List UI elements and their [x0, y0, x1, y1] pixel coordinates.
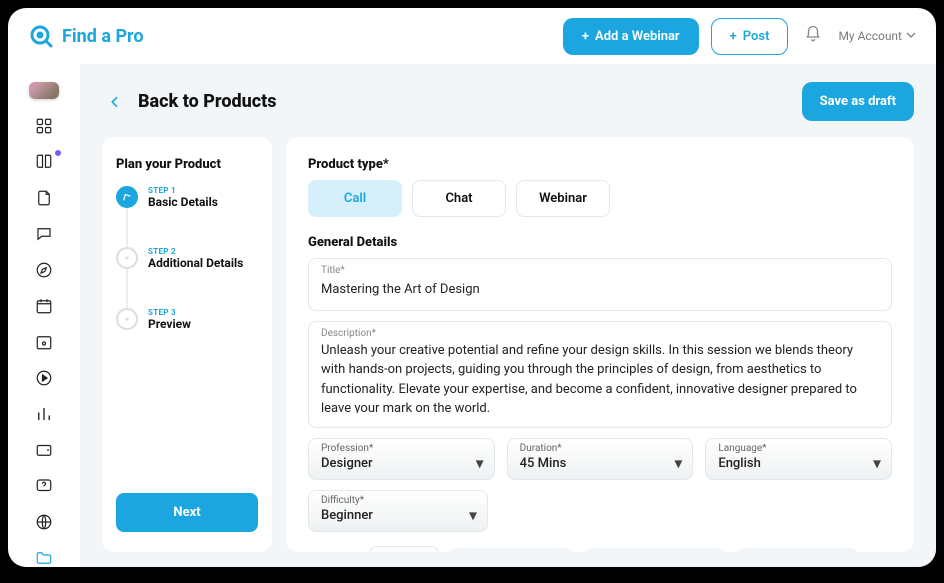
help-icon[interactable]: [35, 477, 53, 495]
top-bar: Find a Pro + Add a Webinar + Post My Acc…: [8, 8, 936, 64]
title-input[interactable]: [321, 280, 879, 300]
title-field[interactable]: Title*: [308, 258, 892, 311]
description-input[interactable]: [321, 341, 879, 413]
analytics-icon[interactable]: [35, 405, 53, 423]
language-select[interactable]: Language* English ▾: [705, 438, 892, 480]
language-value: English: [718, 456, 879, 471]
topic-chip: Logo Designing ✕: [449, 548, 575, 553]
step-dot-active-icon: [116, 186, 138, 208]
duration-value: 45 Mins: [520, 456, 681, 471]
caret-down-icon: ▾: [873, 453, 881, 472]
plus-icon: +: [582, 29, 589, 44]
step-name: Additional Details: [148, 256, 243, 270]
difficulty-label: Difficulty*: [321, 495, 475, 506]
left-rail: [8, 64, 80, 567]
calendar-icon[interactable]: [35, 297, 53, 315]
step-additional-details[interactable]: STEP 2 Additional Details: [116, 247, 258, 308]
document-icon[interactable]: [35, 189, 53, 207]
step-dot-icon: [116, 308, 138, 330]
profession-select[interactable]: Profession* Designer ▾: [308, 438, 495, 480]
description-field[interactable]: Description*: [308, 321, 892, 428]
profession-value: Designer: [321, 456, 482, 471]
notification-dot-icon: [55, 150, 61, 156]
caret-down-icon: ▾: [476, 453, 484, 472]
step-num: STEP 1: [148, 186, 218, 195]
title-label: Title*: [321, 265, 879, 276]
difficulty-value: Beginner: [321, 508, 475, 523]
bell-icon[interactable]: [800, 25, 826, 47]
folder-icon[interactable]: [35, 549, 53, 567]
step-basic-details[interactable]: STEP 1 Basic Details: [116, 186, 258, 247]
add-topic-button[interactable]: + Add: [369, 546, 439, 553]
step-num: STEP 3: [148, 308, 191, 317]
caret-down-icon: ▾: [469, 505, 477, 524]
product-type-call[interactable]: Call: [308, 180, 402, 217]
main-area: Back to Products Save as draft Plan your…: [80, 64, 936, 567]
page-title: Back to Products: [138, 91, 276, 112]
difficulty-select[interactable]: Difficulty* Beginner ▾: [308, 490, 488, 532]
avatar[interactable]: [29, 82, 59, 99]
step-name: Basic Details: [148, 195, 218, 209]
form-card: Product type* Call Chat Webinar General …: [286, 137, 914, 552]
back-button[interactable]: [102, 89, 128, 115]
chat-icon[interactable]: [35, 225, 53, 243]
product-type-label: Product type*: [308, 157, 892, 172]
add-webinar-button[interactable]: + Add a Webinar: [563, 18, 699, 55]
chevron-down-icon: [906, 29, 916, 43]
my-account-menu[interactable]: My Account: [838, 29, 916, 43]
product-type-chat[interactable]: Chat: [412, 180, 506, 217]
step-num: STEP 2: [148, 247, 243, 256]
save-draft-button[interactable]: Save as draft: [802, 82, 914, 121]
step-dot-icon: [116, 247, 138, 269]
brand-logo[interactable]: Find a Pro: [28, 23, 144, 49]
general-details-label: General Details: [308, 235, 892, 250]
caret-down-icon: ▾: [674, 453, 682, 472]
post-button[interactable]: + Post: [711, 18, 789, 55]
language-label: Language*: [718, 443, 879, 454]
brand-name: Find a Pro: [62, 26, 144, 47]
play-icon[interactable]: [35, 369, 53, 387]
duration-select[interactable]: Duration* 45 Mins ▾: [507, 438, 694, 480]
duration-label: Duration*: [520, 443, 681, 454]
magnifier-badge-icon: [28, 23, 54, 49]
add-webinar-label: Add a Webinar: [595, 29, 680, 44]
book-icon[interactable]: [35, 153, 53, 171]
compass-icon[interactable]: [35, 261, 53, 279]
profession-label: Profession*: [321, 443, 482, 454]
product-type-webinar[interactable]: Webinar: [516, 180, 610, 217]
step-preview[interactable]: STEP 3 Preview: [116, 308, 258, 331]
dashboard-icon[interactable]: [35, 117, 53, 135]
plan-card: Plan your Product STEP 1 Basic Details: [102, 137, 272, 552]
topic-chip: Web Designing ✕: [736, 548, 858, 553]
next-button[interactable]: Next: [116, 493, 258, 532]
globe-icon[interactable]: [35, 513, 53, 531]
plan-title: Plan your Product: [116, 157, 258, 172]
account-label: My Account: [838, 29, 902, 43]
plus-icon: +: [730, 29, 737, 44]
step-name: Preview: [148, 317, 191, 331]
event-icon[interactable]: [35, 333, 53, 351]
description-label: Description*: [321, 328, 879, 339]
topic-chip: Product Designing ✕: [584, 548, 725, 553]
wallet-icon[interactable]: [35, 441, 53, 459]
post-label: Post: [743, 29, 770, 44]
